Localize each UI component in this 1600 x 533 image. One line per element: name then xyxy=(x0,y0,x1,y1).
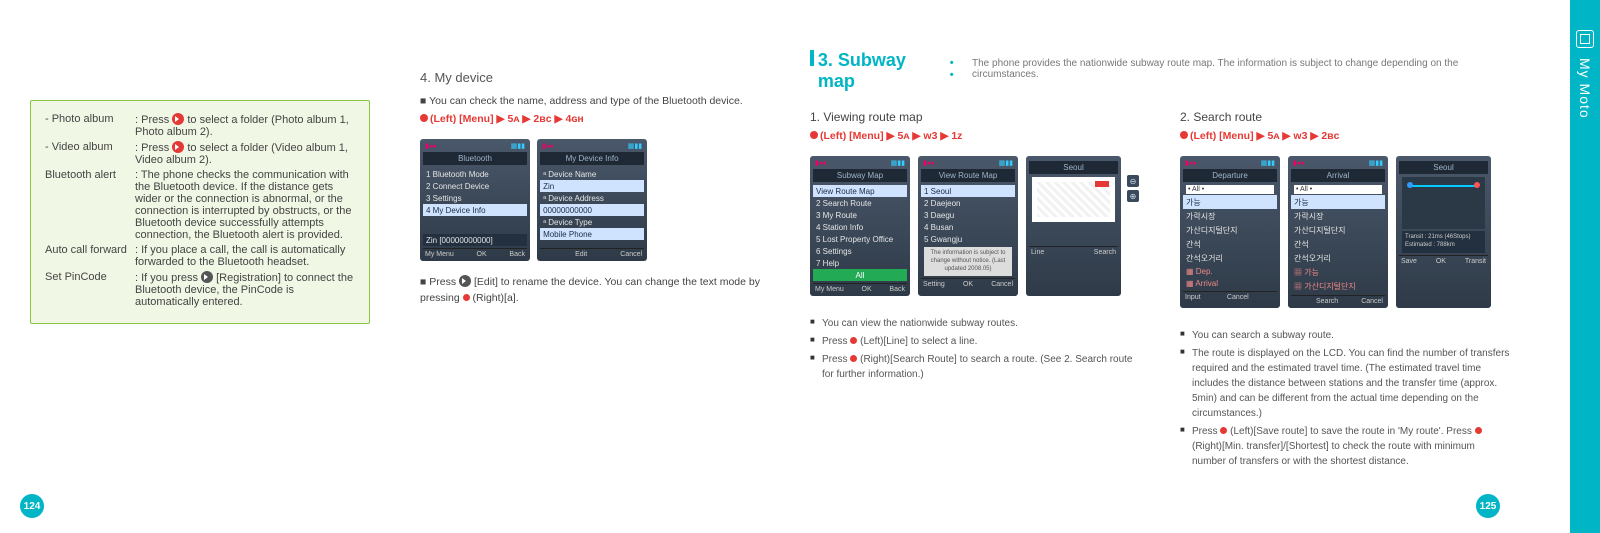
red-dot-icon xyxy=(1180,131,1188,139)
phone-mock-bluetooth: ▮◂◂▦▮▮ Bluetooth 1 Bluetooth Mode 2 Conn… xyxy=(420,139,530,261)
row-desc: : If you press [Registration] to connect… xyxy=(135,271,355,308)
list-item: Press (Left)[Line] to select a line. xyxy=(810,334,1140,349)
page-number-left: 124 xyxy=(20,494,44,518)
row-desc: : If you place a call, the call is autom… xyxy=(135,244,355,268)
list-item: You can search a subway route. xyxy=(1180,328,1510,343)
list-item: The route is displayed on the LCD. You c… xyxy=(1180,346,1510,421)
zoom-in-icon: ⊕ xyxy=(1127,190,1139,202)
subsection-view-route: 1. Viewing route map (Left) [Menu] ▶ 5ᴀ … xyxy=(810,110,1140,472)
section-line2: ■ Press [Edit] to rename the device. You… xyxy=(420,275,780,307)
bullet-list: You can search a subway route. The route… xyxy=(1180,328,1510,469)
phone-mock-result: Seoul Transit : 21ms (46Stops) Estimated… xyxy=(1396,156,1491,308)
header-bar-icon xyxy=(810,50,814,66)
left-page: - Photo album : Press to select a folder… xyxy=(0,0,780,533)
row-label: Set PinCode xyxy=(45,271,135,283)
phone-mock-departure: ▮◂◂▦▮▮ Departure • All • 가능 가락시장 가산디지털단지… xyxy=(1180,156,1280,308)
map-thumb-icon xyxy=(1032,177,1115,222)
subsection-search-route: 2. Search route (Left) [Menu] ▶ 5ᴀ ▶ ᴡ3 … xyxy=(1180,110,1510,472)
page-number-right: 125 xyxy=(1476,494,1500,518)
phone-mock-seoul-map: Seoul LineSearch xyxy=(1026,156,1121,296)
list-item: You can view the nationwide subway route… xyxy=(810,316,1140,331)
nav-path: (Left) [Menu] ▶ 5ᴀ ▶ ᴡ3 ▶ 1ᴢ xyxy=(810,130,1140,142)
phone-mock-subwaymap: ▮◂◂▦▮▮ Subway Map View Route Map 2 Searc… xyxy=(810,156,910,296)
red-dot-icon xyxy=(810,131,818,139)
nav-icon xyxy=(201,271,213,283)
row-label: Bluetooth alert xyxy=(45,169,135,181)
subsection-title: 2. Search route xyxy=(1180,110,1510,124)
side-tab: My Moto xyxy=(1570,0,1600,533)
red-dot-icon xyxy=(463,294,470,301)
phone-mock-arrival: ▮◂◂▦▮▮ Arrival • All • 가능 가락시장 가산디지털단지 간… xyxy=(1288,156,1388,308)
section-header: 3. Subway map • • The phone provides the… xyxy=(810,50,1510,92)
left-column-2: 4. My device ■ You can check the name, a… xyxy=(420,70,780,307)
list-item: Press (Right)[Search Route] to search a … xyxy=(810,352,1140,382)
nav-icon xyxy=(172,141,184,153)
section-title: 4. My device xyxy=(420,70,780,85)
row-desc: : The phone checks the communication wit… xyxy=(135,169,355,241)
row-label: - Photo album xyxy=(45,113,135,125)
section-line: ■ You can check the name, address and ty… xyxy=(420,95,780,107)
red-dot-icon xyxy=(420,114,428,122)
list-item: Press (Left)[Save route] to save the rou… xyxy=(1180,424,1510,469)
tab-label: My Moto xyxy=(1577,58,1593,119)
row-label: - Video album xyxy=(45,141,135,153)
nav-icon xyxy=(459,275,471,287)
phone-mock-viewroutemap: ▮◂◂▦▮▮ View Route Map 1 Seoul 2 Daejeon … xyxy=(918,156,1018,296)
nav-icon xyxy=(172,113,184,125)
subsection-title: 1. Viewing route map xyxy=(810,110,1140,124)
tab-book-icon xyxy=(1576,30,1594,48)
right-page: 3. Subway map • • The phone provides the… xyxy=(780,0,1540,533)
nav-path: (Left) [Menu] ▶ 5ᴀ ▶ 2ʙᴄ ▶ 4ɢʜ xyxy=(420,113,780,125)
red-dot-icon xyxy=(1475,427,1482,434)
bullet-list: You can view the nationwide subway route… xyxy=(810,316,1140,382)
phone-mock-device-info: ▮◂◂▦▮▮ My Device Info ᵃ Device Name Zin … xyxy=(537,139,647,261)
row-label: Auto call forward xyxy=(45,244,135,256)
row-desc: : Press to select a folder (Video album … xyxy=(135,141,355,166)
nav-path: (Left) [Menu] ▶ 5ᴀ ▶ ᴡ3 ▶ 2ʙᴄ xyxy=(1180,130,1510,142)
left-info-box: - Photo album : Press to select a folder… xyxy=(30,100,370,324)
zoom-out-icon: ⊖ xyxy=(1127,175,1139,187)
row-desc: : Press to select a folder (Photo album … xyxy=(135,113,355,138)
